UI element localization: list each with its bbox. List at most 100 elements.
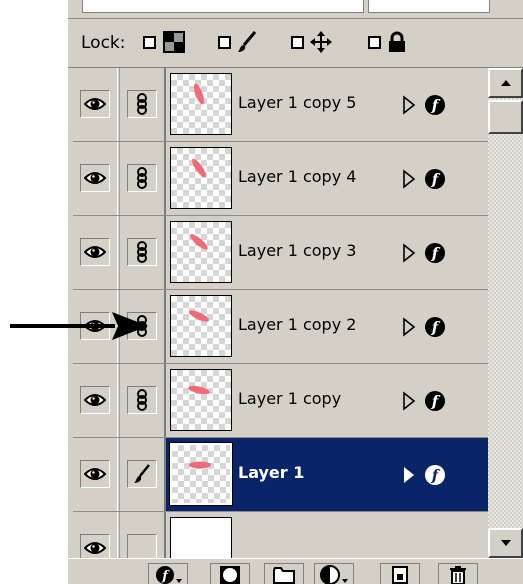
layer-thumbnail	[170, 221, 232, 283]
layer-effects-icon[interactable]: f	[402, 168, 454, 190]
stroke-preview-icon	[190, 234, 208, 250]
trash-icon	[450, 565, 466, 584]
lock-all-checkbox[interactable]	[368, 36, 381, 49]
vertical-scrollbar[interactable]	[488, 68, 523, 558]
layer-effects-icon[interactable]: f	[402, 94, 454, 116]
lock-transparency-checkbox[interactable]	[143, 36, 156, 49]
layer-row[interactable]: Layer 1 copy 3 f	[73, 216, 488, 290]
layer-row[interactable]: Layer 1 f	[73, 438, 488, 512]
stroke-preview-icon	[189, 461, 211, 469]
new-set-icon	[273, 566, 295, 584]
lock-label: Lock:	[81, 33, 126, 53]
brush-lock-icon	[238, 31, 257, 52]
blend-mode-field[interactable]	[82, 0, 364, 13]
layer-effects-icon[interactable]: f	[402, 390, 454, 412]
layer-effects-icon[interactable]: f	[402, 464, 454, 486]
layer-content[interactable]: Layer 1 f	[164, 438, 488, 511]
layer-thumbnail	[170, 369, 232, 431]
stroke-preview-icon	[194, 83, 204, 105]
eye-icon	[84, 394, 106, 406]
visibility-toggle[interactable]	[73, 216, 118, 289]
layer-thumbnail	[170, 147, 232, 209]
layer-content[interactable]: Layer 1 copy 2 f	[164, 290, 488, 363]
blend-options-strip	[68, 0, 523, 19]
layer-content[interactable]: Layer 1 copy f	[164, 364, 488, 437]
eye-icon	[84, 542, 106, 554]
layers-panel: Lock: Layer 1 copy 5 f Layer 1 copy 4 f Laye…	[68, 0, 523, 584]
layer-effects-icon[interactable]: f	[402, 316, 454, 338]
link-toggle[interactable]	[119, 438, 164, 511]
link-well	[127, 386, 157, 414]
link-toggle[interactable]	[119, 68, 164, 141]
opacity-field[interactable]	[368, 0, 490, 13]
eye-icon	[84, 172, 106, 184]
lock-bar: Lock:	[68, 19, 523, 68]
link-well	[127, 90, 157, 118]
chain-link-icon	[137, 241, 147, 263]
lock-position-checkbox[interactable]	[291, 36, 304, 49]
annotation-arrow	[10, 312, 148, 340]
new-set-button[interactable]	[264, 563, 304, 584]
scroll-up-arrow-icon	[500, 80, 511, 86]
layer-thumbnail	[169, 442, 233, 506]
layer-name: Layer 1 copy	[238, 389, 342, 408]
add-mask-button[interactable]	[210, 563, 250, 584]
layer-thumbnail	[170, 73, 232, 135]
delete-layer-button[interactable]	[438, 563, 478, 584]
link-well	[127, 460, 157, 488]
link-toggle[interactable]	[119, 216, 164, 289]
layer-name: Layer 1 copy 2	[238, 315, 357, 334]
new-adjustment-layer-icon	[320, 564, 348, 584]
new-layer-icon	[392, 565, 408, 584]
link-well	[127, 164, 157, 192]
chain-link-icon	[137, 389, 147, 411]
link-well	[127, 238, 157, 266]
visibility-well	[80, 164, 110, 192]
paintbrush-icon	[134, 464, 150, 483]
visibility-toggle[interactable]	[73, 68, 118, 141]
eye-icon	[84, 468, 106, 480]
eye-icon	[84, 246, 106, 258]
stroke-preview-icon	[192, 158, 206, 178]
move-lock-icon	[310, 31, 332, 53]
layer-row[interactable]: Layer 1 copy f	[73, 364, 488, 438]
lock-image-pixels-checkbox[interactable]	[218, 36, 231, 49]
scroll-down-arrow-icon	[500, 540, 511, 546]
scroll-down-button[interactable]	[488, 528, 523, 558]
add-layer-style-icon: f	[156, 565, 182, 584]
link-toggle[interactable]	[119, 142, 164, 215]
new-adjustment-layer-button[interactable]	[314, 563, 354, 584]
new-layer-button[interactable]	[380, 563, 420, 584]
padlock-icon	[389, 31, 405, 52]
visibility-toggle[interactable]	[73, 364, 118, 437]
add-mask-icon	[220, 565, 240, 584]
stroke-preview-icon	[188, 385, 210, 395]
transparency-lock-icon	[163, 31, 185, 53]
visibility-well	[80, 460, 110, 488]
layer-row[interactable]: Layer 1 copy 5 f	[73, 68, 488, 142]
eye-icon	[84, 98, 106, 110]
layer-content[interactable]: Layer 1 copy 5 f	[164, 68, 488, 141]
layer-content[interactable]: Layer 1 copy 3 f	[164, 216, 488, 289]
layer-name: Layer 1 copy 4	[238, 167, 357, 186]
link-toggle[interactable]	[119, 364, 164, 437]
visibility-toggle[interactable]	[73, 142, 118, 215]
layer-effects-icon[interactable]: f	[402, 242, 454, 264]
layer-name: Layer 1 copy 3	[238, 241, 357, 260]
visibility-toggle[interactable]	[73, 438, 118, 511]
add-layer-style-button[interactable]: f	[148, 563, 188, 584]
layer-row[interactable]: Layer 1 copy 4 f	[73, 142, 488, 216]
layer-thumbnail	[170, 295, 232, 357]
visibility-well	[80, 90, 110, 118]
layer-content[interactable]: Layer 1 copy 4 f	[164, 142, 488, 215]
visibility-well	[80, 238, 110, 266]
visibility-well	[80, 386, 110, 414]
scroll-up-button[interactable]	[488, 68, 523, 98]
layer-name: Layer 1	[238, 463, 305, 482]
chain-link-icon	[137, 167, 147, 189]
scroll-thumb[interactable]	[488, 100, 523, 134]
stroke-preview-icon	[188, 310, 210, 322]
chain-link-icon	[137, 93, 147, 115]
layers-footer: f	[68, 558, 523, 584]
layer-name: Layer 1 copy 5	[238, 93, 357, 112]
